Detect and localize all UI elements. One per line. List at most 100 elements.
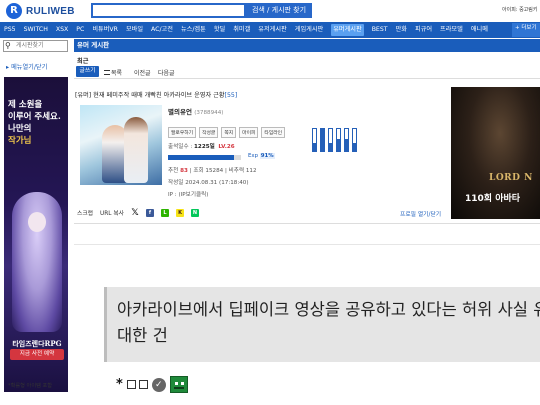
next-post-link[interactable]: 다음글 <box>158 68 175 77</box>
search-icon: ⚲ <box>5 41 11 50</box>
user-info[interactable]: 아이피: 중고림키 <box>502 6 537 13</box>
comment-count[interactable]: [55] <box>225 92 238 99</box>
attendance-row: 출석일수 : 1225일 LV.26 <box>168 142 235 150</box>
board-search-placeholder: 게시판찾기 <box>16 42 44 49</box>
menu-toggle-link[interactable]: ▸ 메뉴열기/닫기 <box>6 62 47 71</box>
right-ad-subtitle: 110회 아바타 <box>465 194 521 204</box>
article-cut-line: ᅟ ᅟ ᅟ ᅟ ᅟ <box>116 266 198 276</box>
profile-button[interactable]: 작성글 <box>199 127 219 138</box>
exp-progress-fill <box>168 155 235 160</box>
site-header: R RULIWEB 검색 / 게시판 찾기 아이피: 중고림키 <box>0 0 540 22</box>
attendance-label: 출석일수 : <box>168 144 193 150</box>
recommend-label: 추천 <box>168 168 179 174</box>
nav-item[interactable]: BEST <box>372 22 388 38</box>
divider <box>74 223 540 224</box>
activity-bar-fill <box>313 143 316 151</box>
board-toolbar: 글쓰기 목록 이전글 다음글 <box>74 64 540 79</box>
activity-bar-fill <box>329 143 332 151</box>
nav-item[interactable]: PS5 <box>4 22 16 38</box>
right-ad-title: LORD N <box>489 173 533 183</box>
nav-item[interactable]: 유머게시판 <box>331 24 364 36</box>
facebook-share-icon[interactable]: f <box>146 208 155 217</box>
search-input[interactable] <box>91 3 246 18</box>
ad-line-3: 나만의 <box>8 124 32 134</box>
activity-bar-fill <box>337 139 340 151</box>
scrap-button[interactable]: 스크랩 <box>77 208 93 217</box>
thumb-figure <box>124 117 148 183</box>
nav-item[interactable]: 프라모델 <box>440 22 463 38</box>
ip-link[interactable]: IP : (IP보기클릭) <box>168 190 208 198</box>
exp-value: 91% <box>259 153 275 159</box>
list-link[interactable]: 목록 <box>104 68 122 77</box>
profile-toggle-link[interactable]: 프로필 열기/닫기 <box>400 209 441 218</box>
kakao-share-icon[interactable]: K <box>176 208 185 217</box>
check-circle-icon: ✓ <box>151 377 166 392</box>
url-copy-button[interactable]: URL 복사 <box>100 208 124 217</box>
author-name[interactable]: 별의유언 (3788944) <box>168 106 223 116</box>
article-quote-text: 아카라이브에서 딥페이크 영상을 공유하고 있다는 허위 사실 유포에 대한 건 <box>117 300 540 345</box>
post-stats-row: 추천 83 | 조회 15284 | 비추력 112 <box>168 168 257 174</box>
prev-post-link[interactable]: 이전글 <box>134 68 151 77</box>
nav-item[interactable]: AC/고전 <box>151 22 173 38</box>
nav-item[interactable]: PC <box>76 22 84 38</box>
nav-item[interactable]: 만화 <box>396 22 407 38</box>
logo-icon: R <box>6 3 22 19</box>
ad-line-2: 이루어 주세요. <box>8 112 61 122</box>
exp-readout: Exp 91% <box>248 153 275 159</box>
naver-share-icon[interactable]: N <box>191 208 200 217</box>
activity-bar-fill <box>353 143 356 151</box>
profile-button[interactable]: 팔로우하기 <box>168 127 197 138</box>
board-title[interactable]: 유머 게시판 <box>74 39 540 52</box>
activity-graph <box>312 128 358 152</box>
nav-item[interactable]: 모바일 <box>126 22 143 38</box>
activity-bar <box>344 128 349 152</box>
profile-button[interactable]: 쪽지 <box>221 127 237 138</box>
nav-item[interactable]: 게임게시판 <box>295 22 323 38</box>
ad-footnote: *확률형 아이템 포함 <box>8 383 53 389</box>
line-share-icon[interactable]: L <box>161 208 170 217</box>
activity-bar <box>352 128 357 152</box>
x-share-icon[interactable]: 𝕏 <box>131 208 139 217</box>
ad-line-4: 작가님 <box>8 136 32 146</box>
sidebar-ad-banner[interactable]: 제 소원을 이루어 주세요. 나만의 작가님 타임즈렌다RPG 지금 사전 예약 <box>4 77 68 392</box>
ad-line-1: 제 소원을 <box>8 100 43 110</box>
level-value: LV.26 <box>218 144 235 150</box>
activity-bar <box>320 128 325 152</box>
square-glyph-icon <box>126 380 136 389</box>
nav-item[interactable]: 유저게시판 <box>258 22 286 38</box>
space-invader-icon <box>169 376 188 393</box>
tail-text: * <box>116 377 124 392</box>
share-row: 스크랩 URL 복사 𝕏 f L K N <box>77 208 206 217</box>
right-ad-banner[interactable]: LORD N 110회 아바타 <box>451 87 540 219</box>
search-button[interactable]: 검색 / 게시판 찾기 <box>246 3 312 18</box>
nav-item[interactable]: 비튜버VR <box>92 22 118 38</box>
nav-item[interactable]: 핫딜 <box>214 22 225 38</box>
nav-item[interactable]: 애니메 <box>471 22 488 38</box>
nav-item[interactable]: 피규어 <box>415 22 432 38</box>
exp-progress-bar <box>168 155 241 160</box>
comments-value: 비추력 112 <box>228 168 257 174</box>
nav-item[interactable]: SWITCH <box>24 22 48 38</box>
nav-item[interactable]: XSX <box>56 22 68 38</box>
attendance-value: 1225일 <box>194 144 215 150</box>
nav-item[interactable]: 뉴스/겜툰 <box>181 22 206 38</box>
ad-game-logo: 타임즈렌다RPG <box>12 339 62 348</box>
write-button[interactable]: 글쓰기 <box>76 66 99 77</box>
board-search-input[interactable]: ⚲ 게시판찾기 <box>3 40 68 52</box>
post-title-text: [유머] 현재 페미주작 때매 개빡친 아카라이브 운영자 근황 <box>75 92 225 99</box>
site-logo[interactable]: R RULIWEB <box>6 3 75 19</box>
profile-button[interactable]: 마이피 <box>239 127 259 138</box>
nav-item[interactable]: 취미갤 <box>233 22 250 38</box>
list-link-label: 목록 <box>111 70 123 77</box>
ad-preregister-button[interactable]: 지금 사전 예약 <box>10 349 64 360</box>
nav-more-button[interactable]: + 더보기 <box>512 23 540 37</box>
author-profile-image[interactable] <box>80 105 162 185</box>
views-value: 조회 15284 <box>193 168 224 174</box>
article-quote: 아카라이브에서 딥페이크 영상을 공유하고 있다는 허위 사실 유포에 대한 건 <box>104 287 540 362</box>
activity-bar-fill <box>345 139 348 151</box>
profile-button[interactable]: 타임라인 <box>261 127 286 138</box>
post-title: [유머] 현재 페미주작 때매 개빡친 아카라이브 운영자 근황[55] <box>75 90 237 99</box>
logo-text: RULIWEB <box>26 5 75 17</box>
article-tail: * ✓ <box>116 376 188 393</box>
post-date: 작성일 2024.08.31 (17:18:40) <box>168 180 249 186</box>
